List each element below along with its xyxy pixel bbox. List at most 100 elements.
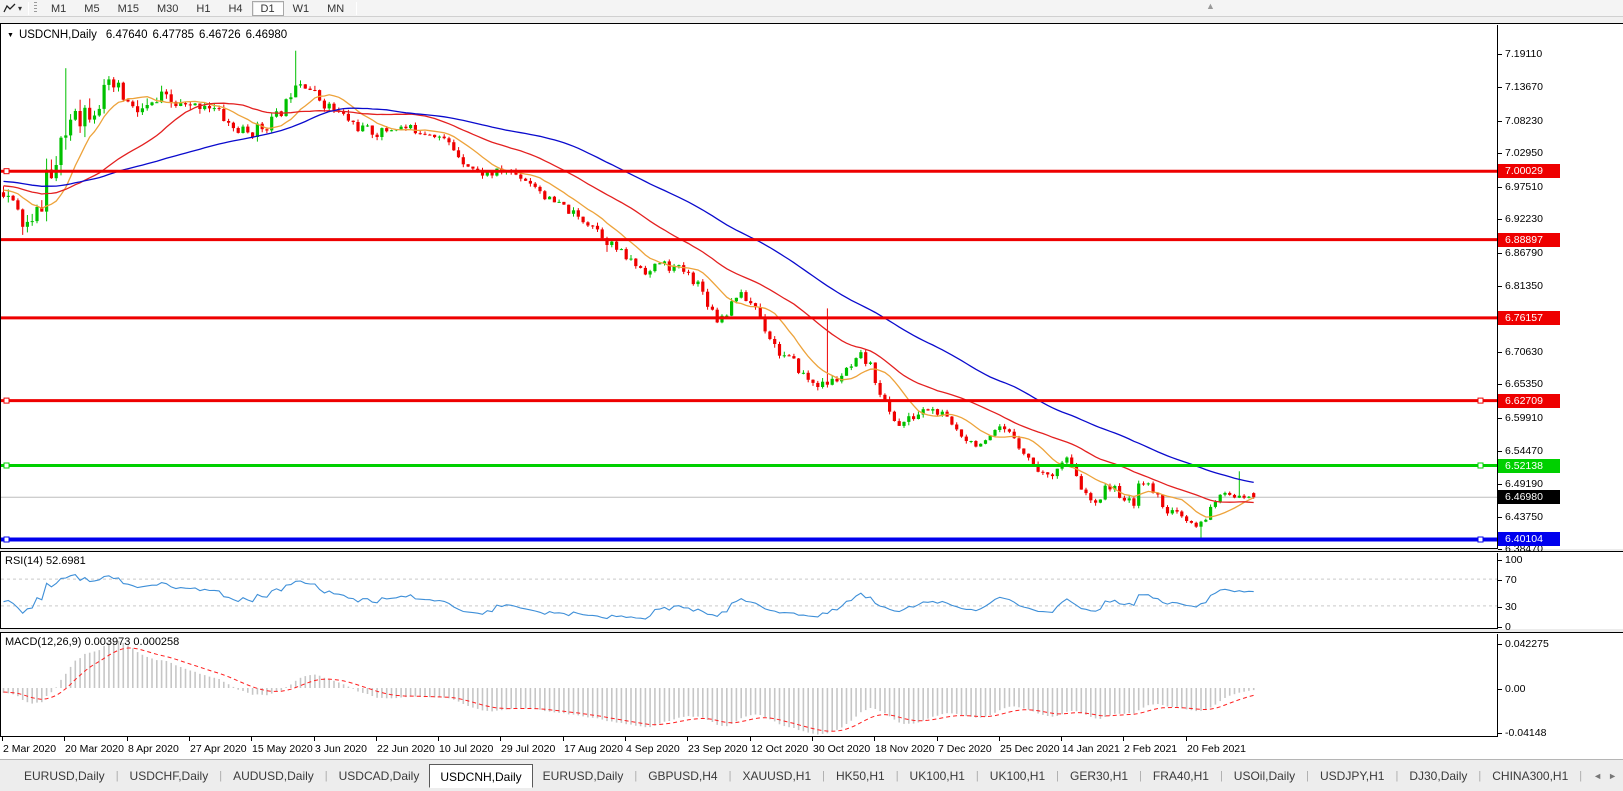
chart-tab-usoil-daily[interactable]: USOil,Daily (1224, 764, 1305, 788)
tab-scroll-right-button[interactable]: ► (1608, 771, 1617, 781)
timeframe-button-m30[interactable]: M30 (148, 1, 187, 16)
date-axis-tick (563, 737, 564, 741)
chart-tab-usdjpy-h1[interactable]: USDJPY,H1 (1310, 764, 1394, 788)
timeframe-buttons: M1M5M15M30H1H4D1W1MN (42, 0, 353, 17)
date-axis-label: 10 Jul 2020 (439, 743, 493, 755)
date-axis-label: 25 Dec 2020 (1000, 743, 1060, 755)
level-drag-handle[interactable] (1478, 398, 1483, 403)
timeframe-button-m5[interactable]: M5 (75, 1, 108, 16)
chart-tab-gbpusd-h4[interactable]: GBPUSD,H4 (638, 764, 727, 788)
price-axis-tick: 6.81350 (1498, 279, 1543, 293)
price-chart-canvas[interactable]: ▼ USDCNH,Daily 6.47640 6.47785 6.46726 6.4698… (1, 25, 1497, 549)
date-axis-label: 15 May 2020 (252, 743, 313, 755)
chart-tab-china300-h1[interactable]: CHINA300,H1 (1482, 764, 1578, 788)
macd-axis: 0.0422750.00-0.04148 (1497, 634, 1623, 737)
chart-tab-usdchf-daily[interactable]: USDCHF,Daily (120, 764, 219, 788)
price-axis-tick: 6.54470 (1498, 444, 1543, 458)
macd-axis-tick: 0.042275 (1498, 637, 1549, 651)
price-axis-tick: 7.19110 (1498, 47, 1542, 61)
open-value: 6.47640 (106, 29, 148, 41)
chart-tab-usdcnh-daily[interactable]: USDCNH,Daily (429, 764, 532, 788)
chart-tab-uk100-h1[interactable]: UK100,H1 (980, 764, 1055, 788)
price-axis[interactable]: 7.191107.136707.082307.029506.975106.922… (1497, 25, 1623, 549)
chart-tab-eurusd-daily[interactable]: EURUSD,Daily (14, 764, 115, 788)
toolbar-grip-handle[interactable] (34, 2, 37, 14)
timeframe-button-m1[interactable]: M1 (42, 1, 75, 16)
date-axis-label: 2 Mar 2020 (3, 743, 56, 755)
date-axis-label: 20 Feb 2021 (1187, 743, 1246, 755)
date-axis-label: 22 Jun 2020 (377, 743, 435, 755)
chart-tab-fra40-h1[interactable]: FRA40,H1 (1143, 764, 1219, 788)
date-axis-tick (189, 737, 190, 741)
date-axis-label: 12 Oct 2020 (751, 743, 808, 755)
level-price-badge: 6.40104 (1498, 532, 1560, 546)
level-drag-handle[interactable] (1478, 463, 1483, 468)
main-chart-panel: ▼ USDCNH,Daily 6.47640 6.47785 6.46726 6.4698… (0, 23, 1623, 549)
date-axis-tick (625, 737, 626, 741)
level-drag-handle[interactable] (4, 398, 9, 403)
toolbar-separator (356, 2, 357, 15)
macd-panel: MACD(12,26,9) 0.003973 0.000258 0.042275… (0, 632, 1623, 737)
tab-scroll-left-button[interactable]: ◄ (1593, 771, 1602, 781)
price-axis-tick: 7.02950 (1498, 146, 1543, 160)
date-axis-tick (999, 737, 1000, 741)
rsi-axis-tick: 100 (1498, 553, 1523, 567)
level-drag-handle[interactable] (4, 463, 9, 468)
date-axis-label: 8 Apr 2020 (128, 743, 179, 755)
chart-tab-eurusd-daily[interactable]: EURUSD,Daily (533, 764, 634, 788)
close-value: 6.46980 (246, 29, 288, 41)
timeframe-button-h4[interactable]: H4 (219, 1, 251, 16)
date-axis-tick (500, 737, 501, 741)
symbol-caret-icon[interactable]: ▼ (7, 32, 14, 39)
date-axis[interactable]: 2 Mar 202020 Mar 20208 Apr 202027 Apr 20… (0, 737, 1623, 759)
price-axis-tick: 6.65350 (1498, 377, 1543, 391)
level-drag-handle[interactable] (4, 169, 9, 174)
tab-scroll-controls: ◄ ► (1587, 760, 1623, 791)
macd-label: MACD(12,26,9) 0.003973 0.000258 (5, 636, 179, 648)
chart-symbol-label: USDCNH,Daily (19, 29, 97, 41)
date-axis-label: 2 Feb 2021 (1124, 743, 1177, 755)
date-axis-tick (251, 737, 252, 741)
date-axis-tick (314, 737, 315, 741)
chart-tab-ger30-h1[interactable]: GER30,H1 (1060, 764, 1138, 788)
timeframe-button-w1[interactable]: W1 (284, 1, 319, 16)
date-axis-label: 3 Jun 2020 (315, 743, 367, 755)
date-axis-label: 7 Dec 2020 (938, 743, 992, 755)
chart-tab-hk50-h1[interactable]: HK50,H1 (826, 764, 895, 788)
low-value: 6.46726 (199, 29, 241, 41)
macd-axis-tick: 0.00 (1498, 682, 1525, 696)
rsi-label: RSI(14) 52.6981 (5, 555, 86, 567)
macd-histogram (4, 641, 1254, 735)
level-drag-handle[interactable] (1478, 537, 1483, 542)
macd-canvas[interactable]: MACD(12,26,9) 0.003973 0.000258 (1, 634, 1497, 737)
price-axis-tick: 6.92230 (1498, 212, 1543, 226)
mt4-window: ▾ M1M5M15M30H1H4D1W1MN ▲ ▼USDCNH,Daily6.… (0, 0, 1623, 791)
horizontal-levels-layer[interactable] (1, 169, 1497, 542)
chart-tab-audusd-daily[interactable]: AUDUSD,Daily (223, 764, 324, 788)
level-price-badge: 6.52138 (1498, 459, 1560, 473)
chart-tabs: EURUSD,Daily|USDCHF,Daily|AUDUSD,Daily|U… (0, 760, 1587, 791)
date-axis-label: 30 Oct 2020 (813, 743, 870, 755)
timeframe-button-h1[interactable]: H1 (187, 1, 219, 16)
toolbar-separator (28, 2, 29, 15)
timeframe-button-d1[interactable]: D1 (252, 1, 284, 16)
dropdown-caret-icon[interactable]: ▾ (18, 4, 22, 13)
date-axis-tick (127, 737, 128, 741)
timeframe-button-m15[interactable]: M15 (109, 1, 148, 16)
level-drag-handle[interactable] (4, 537, 9, 542)
chart-tools-icon[interactable] (3, 2, 17, 15)
price-axis-tick: 7.13670 (1498, 80, 1543, 94)
timeframe-button-mn[interactable]: MN (318, 1, 353, 16)
chart-tab-xauusd-h1[interactable]: XAUUSD,H1 (732, 764, 821, 788)
high-value: 6.47785 (152, 29, 194, 41)
rsi-line (4, 575, 1254, 619)
price-axis-tick: 6.97510 (1498, 180, 1543, 194)
chart-tab-usdcad-daily[interactable]: USDCAD,Daily (329, 764, 430, 788)
rsi-canvas[interactable]: RSI(14) 52.6981 (1, 553, 1497, 629)
price-axis-tick: 6.59910 (1498, 411, 1543, 425)
chart-tab-bar: EURUSD,Daily|USDCHF,Daily|AUDUSD,Daily|U… (0, 759, 1623, 791)
date-axis-tick (874, 737, 875, 741)
date-axis-label: 4 Sep 2020 (626, 743, 680, 755)
chart-tab-uk100-h1[interactable]: UK100,H1 (900, 764, 975, 788)
chart-tab-dj30-daily[interactable]: DJ30,Daily (1399, 764, 1477, 788)
